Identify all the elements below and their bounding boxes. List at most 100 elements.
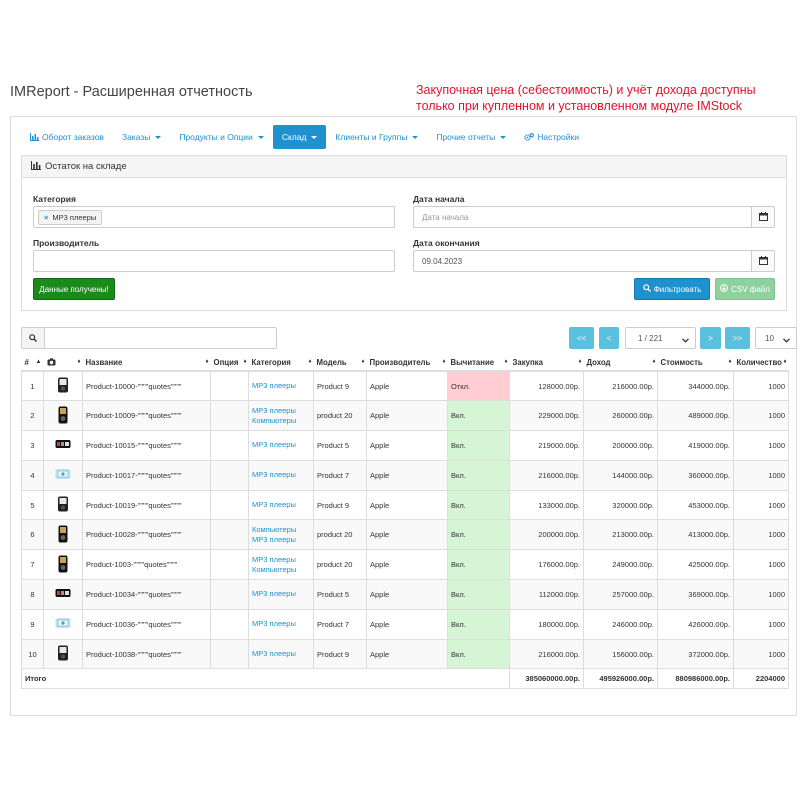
product-name-link[interactable]: Product-10028-""""quotes"""" bbox=[82, 519, 211, 551]
date-start-input[interactable]: Дата начала bbox=[413, 206, 752, 228]
per-page-select[interactable]: 10 bbox=[755, 327, 797, 349]
last-page-button[interactable]: >> bbox=[725, 327, 750, 349]
col-subtract[interactable]: Вычитание ♦ bbox=[447, 355, 510, 372]
tab-label: Клиенты и Группы bbox=[335, 132, 408, 142]
product-option bbox=[210, 638, 249, 670]
quantity-value: 1000 bbox=[733, 519, 789, 551]
col-manufacturer[interactable]: Производитель ♦ bbox=[366, 355, 448, 372]
row-number: 10 bbox=[21, 638, 44, 670]
tab-warehouse[interactable]: Склад bbox=[272, 125, 327, 149]
product-thumbnail[interactable] bbox=[43, 549, 83, 581]
cost-value: 344000.00р. bbox=[657, 370, 734, 402]
filter-button[interactable]: Фильтровать bbox=[634, 278, 710, 300]
csv-export-button[interactable]: CSV файл bbox=[715, 278, 775, 300]
download-icon bbox=[720, 284, 728, 294]
totals-row: Итого 385060000.00р. 495926000.00р. 8809… bbox=[21, 668, 789, 690]
product-name-link[interactable]: Product-10009-""""quotes"""" bbox=[82, 400, 211, 432]
quantity-value: 1000 bbox=[733, 579, 789, 610]
category-link[interactable]: MP3 плееры bbox=[252, 649, 310, 659]
tab-label: Продукты и Опции bbox=[179, 132, 253, 142]
product-name-link[interactable]: Product-10034-""""quotes"""" bbox=[82, 579, 211, 610]
col-model[interactable]: Модель ♦ bbox=[313, 355, 367, 372]
product-name-link[interactable]: Product-10000-""""quotes"""" bbox=[82, 370, 211, 402]
quantity-value: 1000 bbox=[733, 549, 789, 581]
table-body: 1 Product-10000-""""quotes"""" MP3 плееры P… bbox=[21, 370, 789, 670]
income-value: 257000.00р. bbox=[583, 579, 658, 610]
category-link[interactable]: Компьютеры bbox=[252, 525, 310, 535]
category-link[interactable]: MP3 плееры bbox=[252, 440, 310, 450]
col-cost[interactable]: Стоимость ♦ bbox=[657, 355, 734, 372]
category-link[interactable]: MP3 плееры bbox=[252, 535, 310, 545]
table-row: 3 Product-10015-""""quotes"""" MP3 плееры P… bbox=[21, 430, 789, 461]
category-field[interactable]: × MP3 плееры bbox=[33, 206, 395, 228]
category-tag[interactable]: × MP3 плееры bbox=[38, 209, 103, 225]
product-thumbnail[interactable] bbox=[43, 579, 83, 610]
col-quantity[interactable]: Количество ♦ bbox=[733, 355, 789, 372]
table-row: 7 Product-1003-""""quotes"""" MP3 плееры Ко… bbox=[21, 549, 789, 581]
col-income[interactable]: Доход ♦ bbox=[583, 355, 658, 372]
col-label: Доход bbox=[586, 358, 611, 367]
product-thumbnail[interactable] bbox=[43, 459, 83, 491]
manufacturer-field[interactable] bbox=[33, 250, 395, 272]
product-name-link[interactable]: Product-10019-""""quotes"""" bbox=[82, 489, 211, 521]
category-link[interactable]: MP3 плееры bbox=[252, 381, 310, 391]
product-model: Product 5 bbox=[313, 430, 367, 461]
product-model: product 20 bbox=[313, 519, 367, 551]
subtract-status: Вкл. bbox=[447, 519, 510, 551]
player-tall-image bbox=[57, 525, 69, 545]
col-number[interactable]: # ▲ bbox=[21, 355, 44, 372]
product-thumbnail[interactable] bbox=[43, 370, 83, 402]
product-category: Компьютеры MP3 плееры bbox=[248, 519, 314, 551]
col-name[interactable]: Название ♦ bbox=[82, 355, 211, 372]
category-link[interactable]: Компьютеры bbox=[252, 416, 310, 426]
tab-customers-groups[interactable]: Клиенты и Группы bbox=[326, 125, 427, 149]
table-header-row: # ▲ ♦ Название ♦ Опция ♦ Категория ♦ Модель ♦… bbox=[21, 355, 789, 372]
prev-page-button[interactable]: < bbox=[599, 327, 619, 349]
tab-order-turnover[interactable]: Оборот заказов bbox=[21, 125, 113, 149]
product-name-link[interactable]: Product-10017-""""quotes"""" bbox=[82, 459, 211, 491]
col-option[interactable]: Опция ♦ bbox=[210, 355, 249, 372]
product-thumbnail[interactable] bbox=[43, 608, 83, 640]
table-search-button[interactable] bbox=[21, 327, 45, 349]
date-start-calendar-button[interactable] bbox=[751, 206, 775, 228]
first-page-button[interactable]: << bbox=[569, 327, 594, 349]
product-name-link[interactable]: Product-10036-""""quotes"""" bbox=[82, 608, 211, 640]
category-link[interactable]: MP3 плееры bbox=[252, 589, 310, 599]
tab-orders[interactable]: Заказы bbox=[113, 125, 170, 149]
product-name-link[interactable]: Product-10015-""""quotes"""" bbox=[82, 430, 211, 461]
col-label: Опция bbox=[213, 358, 239, 367]
date-end-calendar-button[interactable] bbox=[751, 250, 775, 272]
tab-settings[interactable]: Настройки bbox=[515, 125, 588, 149]
remove-tag-icon[interactable]: × bbox=[44, 213, 48, 222]
search-icon bbox=[29, 329, 37, 347]
quantity-value: 1000 bbox=[733, 430, 789, 461]
date-end-input[interactable]: 09.04.2023 bbox=[413, 250, 752, 272]
product-thumbnail[interactable] bbox=[43, 489, 83, 521]
category-link[interactable]: MP3 плееры bbox=[252, 406, 310, 416]
category-link[interactable]: MP3 плееры bbox=[252, 619, 310, 629]
page-select[interactable]: 1 / 221 bbox=[625, 327, 696, 349]
product-thumbnail[interactable] bbox=[43, 430, 83, 461]
col-category[interactable]: Категория ♦ bbox=[248, 355, 314, 372]
category-link[interactable]: MP3 плееры bbox=[252, 470, 310, 480]
category-link[interactable]: Компьютеры bbox=[252, 565, 310, 575]
cost-value: 425000.00р. bbox=[657, 549, 734, 581]
product-name-link[interactable]: Product-1003-""""quotes"""" bbox=[82, 549, 211, 581]
category-link[interactable]: MP3 плееры bbox=[252, 555, 310, 565]
col-purchase[interactable]: Закупка ♦ bbox=[509, 355, 584, 372]
tab-other-reports[interactable]: Прочие отчеты bbox=[427, 125, 515, 149]
sort-icon: ♦ bbox=[243, 359, 247, 365]
next-page-button[interactable]: > bbox=[700, 327, 721, 349]
product-thumbnail[interactable] bbox=[43, 519, 83, 551]
product-thumbnail[interactable] bbox=[43, 638, 83, 670]
col-image[interactable]: ♦ bbox=[43, 355, 83, 372]
sort-icon: ♦ bbox=[205, 359, 209, 365]
category-link[interactable]: MP3 плееры bbox=[252, 500, 310, 510]
table-search-input[interactable] bbox=[45, 327, 277, 349]
data-received-button[interactable]: Данные получены! bbox=[33, 278, 115, 300]
product-category: MP3 плееры bbox=[248, 430, 314, 461]
product-name-link[interactable]: Product-10038-""""quotes"""" bbox=[82, 638, 211, 670]
subtract-status: Вкл. bbox=[447, 400, 510, 432]
product-thumbnail[interactable] bbox=[43, 400, 83, 432]
tab-products-options[interactable]: Продукты и Опции bbox=[170, 125, 272, 149]
